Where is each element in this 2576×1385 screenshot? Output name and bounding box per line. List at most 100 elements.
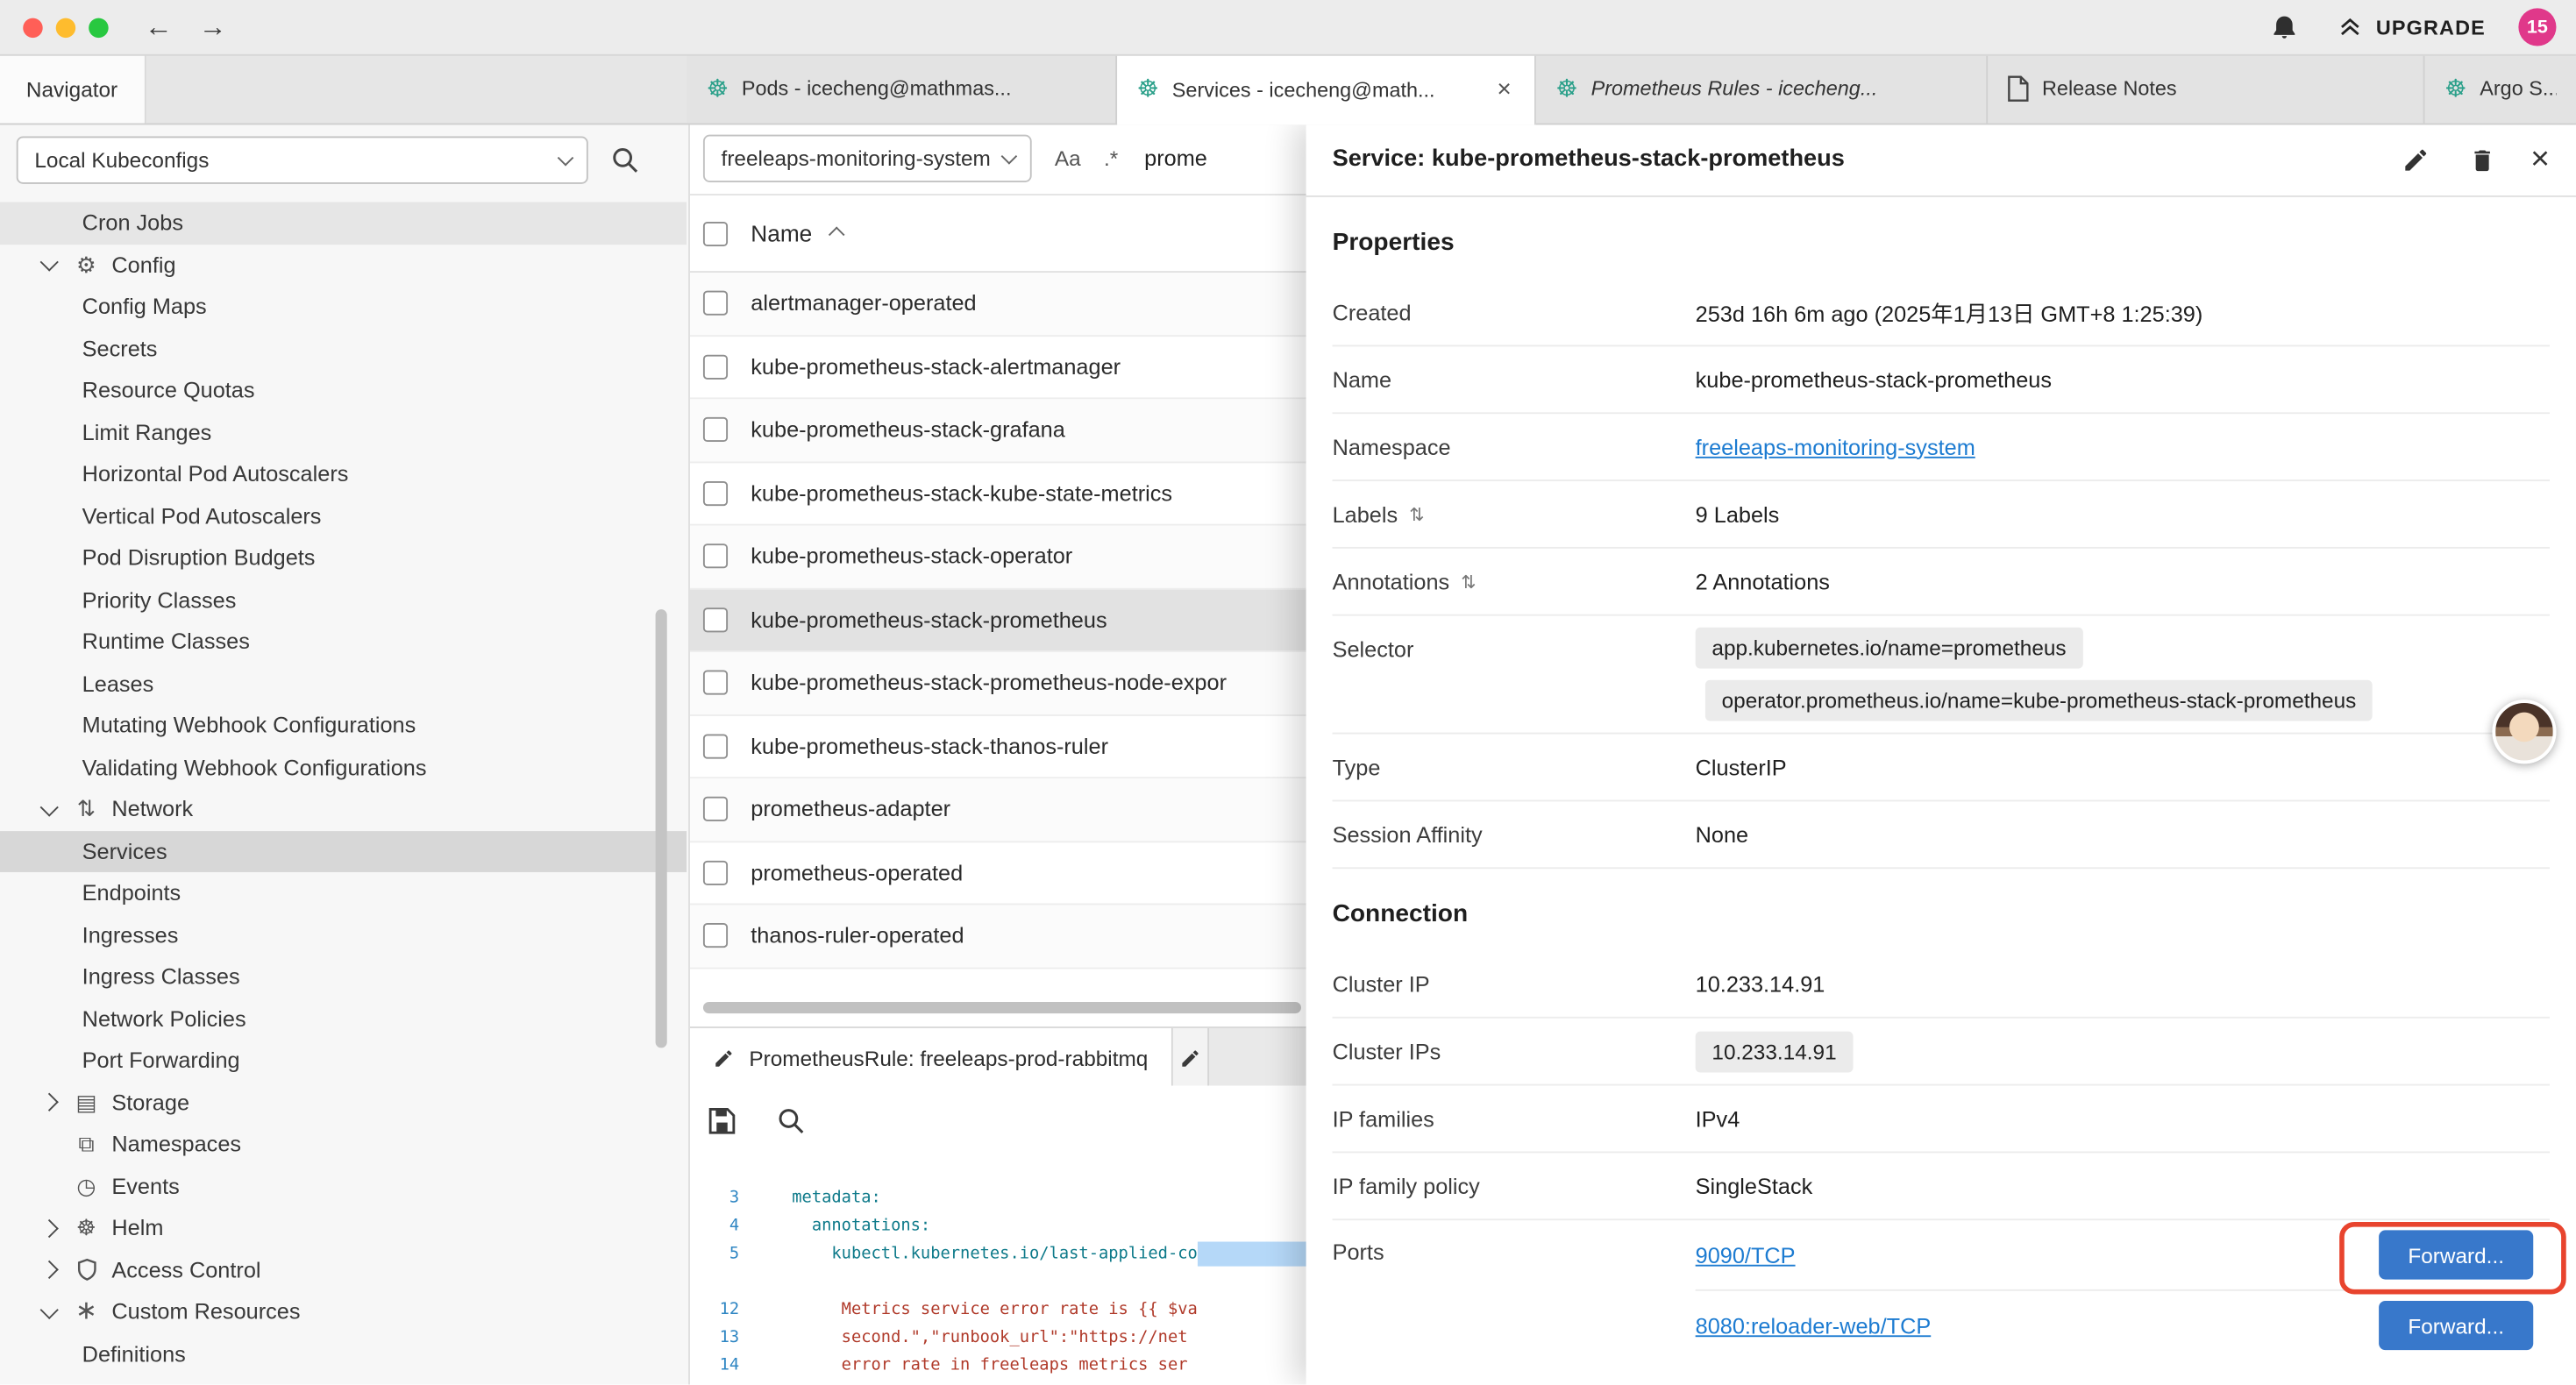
row-checkbox[interactable] [703, 607, 728, 632]
tab-pods[interactable]: ☸ Pods - icecheng@mathmas... [687, 54, 1117, 124]
close-window-button[interactable] [23, 18, 42, 37]
port-link-8080[interactable]: 8080:reloader-web/TCP [1696, 1313, 1932, 1338]
delete-trash-icon[interactable] [2463, 139, 2502, 179]
row-checkbox[interactable] [703, 734, 728, 758]
property-row-selector: Selector app.kubernetes.io/name=promethe… [1333, 616, 2550, 735]
row-checkbox[interactable] [703, 417, 728, 442]
chevron-down-icon [39, 803, 59, 816]
cluster-ip-chip[interactable]: 10.233.14.91 [1696, 1031, 1854, 1072]
notifications-bell-icon[interactable] [2264, 7, 2303, 46]
sidebar-item-services[interactable]: Services [0, 830, 687, 872]
regex-toggle[interactable]: .* [1104, 146, 1118, 171]
row-checkbox[interactable] [703, 923, 728, 948]
sidebar-item-mutating-webhook-configurations[interactable]: Mutating Webhook Configurations [0, 705, 687, 747]
property-row-labels: Labels ⇅ 9 Labels [1333, 481, 2550, 549]
row-checkbox[interactable] [703, 354, 728, 379]
sidebar-item-horizontal-pod-autoscalers[interactable]: Horizontal Pod Autoscalers [0, 453, 687, 495]
row-checkbox[interactable] [703, 671, 728, 695]
sidebar-item-vertical-pod-autoscalers[interactable]: Vertical Pod Autoscalers [0, 495, 687, 537]
search-input[interactable] [1141, 145, 1278, 173]
save-icon[interactable] [700, 1099, 743, 1142]
property-row-namespace: Namespace freeleaps-monitoring-system [1333, 414, 2550, 481]
properties-heading: Properties [1333, 224, 2550, 263]
sidebar-item-events[interactable]: ◷ Events [0, 1165, 687, 1207]
sidebar-item-resource-quotas[interactable]: Resource Quotas [0, 370, 687, 412]
dock-tab-partial[interactable] [1172, 1028, 1208, 1087]
sidebar-item-cron-jobs[interactable]: Cron Jobs [0, 202, 687, 244]
sidebar-item-port-forwarding[interactable]: Port Forwarding [0, 1040, 687, 1082]
name-column-header[interactable]: Name [751, 220, 812, 246]
back-button[interactable]: ← [145, 11, 173, 43]
user-avatar[interactable] [2492, 700, 2556, 764]
sidebar-item-network[interactable]: ⇅ Network [0, 788, 687, 830]
sidebar-scrollbar[interactable] [656, 609, 667, 1048]
sidebar-item-definitions[interactable]: Definitions [0, 1333, 687, 1375]
close-drawer-icon[interactable]: × [2530, 143, 2550, 175]
kubernetes-icon: ☸ [1555, 76, 1577, 101]
titlebar-right: UPGRADE 15 [2264, 7, 2556, 46]
connection-heading: Connection [1333, 895, 2550, 934]
sidebar-search-row: Local Kubeconfigs [0, 124, 688, 195]
sidebar-item-custom-resources[interactable]: ∗ Custom Resources [0, 1291, 687, 1333]
sidebar-item-pod-disruption-budgets[interactable]: Pod Disruption Budgets [0, 537, 687, 579]
row-checkbox[interactable] [703, 481, 728, 506]
sidebar-item-secrets[interactable]: Secrets [0, 328, 687, 370]
row-checkbox[interactable] [703, 797, 728, 821]
sidebar-item-config-maps[interactable]: Config Maps [0, 286, 687, 328]
tab-prometheus-rules[interactable]: ☸ Prometheus Rules - icecheng... [1536, 54, 1988, 124]
selector-chip[interactable]: operator.prometheus.io/name=kube-prometh… [1705, 680, 2373, 721]
editor-search-icon[interactable] [769, 1099, 812, 1142]
row-checkbox[interactable] [703, 291, 728, 316]
namespace-link[interactable]: freeleaps-monitoring-system [1696, 435, 1975, 459]
select-all-checkbox[interactable] [703, 221, 728, 245]
upgrade-button[interactable]: UPGRADE [2337, 15, 2486, 39]
sidebar-item-network-policies[interactable]: Network Policies [0, 998, 687, 1040]
sidebar-item-access-control[interactable]: Access Control [0, 1249, 687, 1291]
dock-tab-prometheusrule[interactable]: PrometheusRule: freeleaps-prod-rabbitmq [690, 1028, 1172, 1087]
tab-release-notes[interactable]: Release Notes [1988, 54, 2424, 124]
sidebar-item-validating-webhook-configurations[interactable]: Validating Webhook Configurations [0, 747, 687, 789]
namespace-selector[interactable]: freeleaps-monitoring-system [703, 135, 1032, 182]
kubeconfig-selector[interactable]: Local Kubeconfigs [17, 136, 588, 183]
property-row-session-affinity: Session Affinity None [1333, 801, 2550, 869]
expand-sorter-icon[interactable]: ⇅ [1461, 571, 1476, 592]
upgrade-icon [2337, 15, 2365, 39]
sidebar-item-limit-ranges[interactable]: Limit Ranges [0, 411, 687, 453]
edit-pencil-icon[interactable] [2395, 139, 2435, 179]
zoom-window-button[interactable] [89, 18, 108, 37]
sidebar-item-endpoints[interactable]: Endpoints [0, 872, 687, 914]
window-controls [23, 18, 108, 37]
tab-argo[interactable]: ☸ Argo S... [2425, 54, 2576, 124]
row-checkbox[interactable] [703, 544, 728, 569]
text-selection [1198, 1242, 1308, 1267]
sidebar-item-priority-classes[interactable]: Priority Classes [0, 579, 687, 621]
horizontal-scrollbar[interactable] [703, 1002, 1301, 1013]
sidebar-search-icon[interactable] [605, 139, 644, 179]
forward-button-8080[interactable]: Forward... [2379, 1301, 2533, 1350]
navigator-sidebar: Local Kubeconfigs Cron Jobs ⚙ Config Con… [0, 124, 690, 1385]
port-link-9090[interactable]: 9090/TCP [1696, 1242, 1796, 1267]
sidebar-item-storage[interactable]: ▤ Storage [0, 1082, 687, 1124]
sidebar-item-leases[interactable]: Leases [0, 663, 687, 705]
pencil-icon [713, 1047, 734, 1068]
sidebar-item-runtime-classes[interactable]: Runtime Classes [0, 621, 687, 663]
sidebar-item-ingresses[interactable]: Ingresses [0, 914, 687, 956]
row-checkbox[interactable] [703, 860, 728, 884]
selector-chip[interactable]: app.kubernetes.io/name=prometheus [1696, 628, 2083, 669]
sidebar-item-config[interactable]: ⚙ Config [0, 244, 687, 286]
tab-services[interactable]: ☸ Services - icecheng@math... × [1117, 54, 1536, 125]
close-tab-icon[interactable]: × [1494, 75, 1515, 103]
sidebar-item-ingress-classes[interactable]: Ingress Classes [0, 955, 687, 998]
notification-count-badge[interactable]: 15 [2518, 8, 2556, 46]
forward-button[interactable]: → [199, 11, 227, 43]
expand-sorter-icon[interactable]: ⇅ [1409, 503, 1424, 524]
minimize-window-button[interactable] [56, 18, 75, 37]
sort-ascending-icon[interactable] [829, 228, 844, 243]
sidebar-item-helm[interactable]: ☸ Helm [0, 1207, 687, 1249]
network-arrows-icon: ⇅ [72, 799, 100, 820]
navigator-panel-tab[interactable]: Navigator [0, 54, 146, 124]
chevron-right-icon [39, 1096, 59, 1109]
match-case-toggle[interactable]: Aa [1055, 146, 1081, 171]
window-titlebar: ← → UPGRADE 15 [0, 0, 2576, 56]
sidebar-item-namespaces[interactable]: ⧉ Namespaces [0, 1124, 687, 1166]
